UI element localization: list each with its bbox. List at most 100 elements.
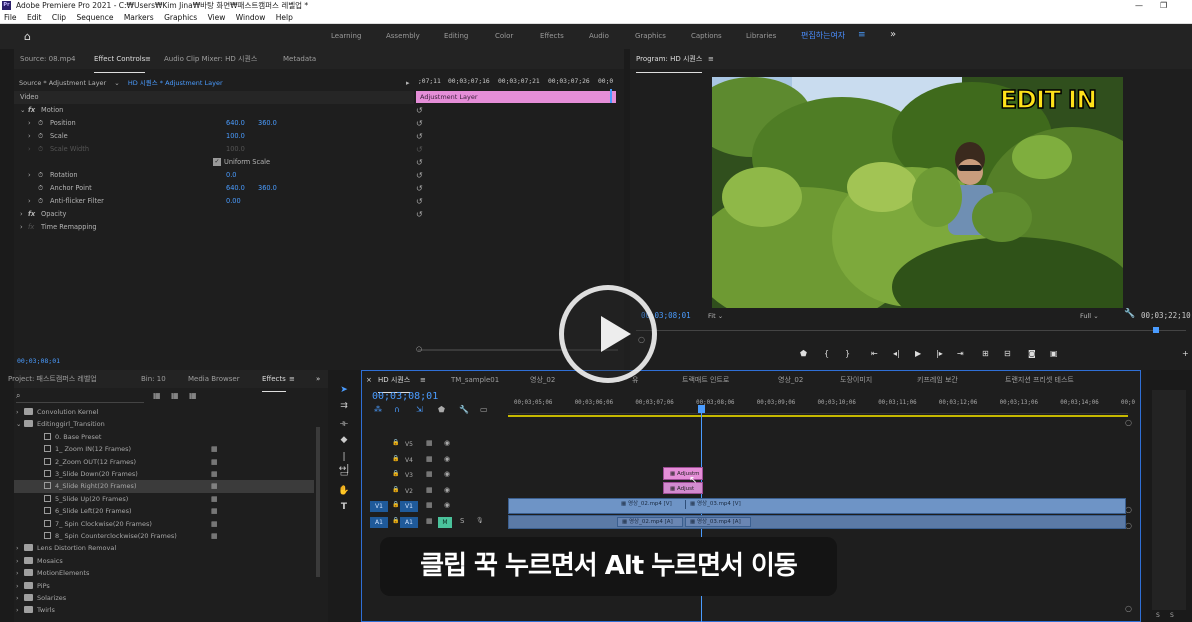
close-icon[interactable]: × bbox=[366, 371, 372, 389]
eye-icon[interactable]: ◉ bbox=[444, 501, 450, 509]
workspace-more-button[interactable]: » bbox=[890, 29, 896, 40]
reset-icon[interactable]: ↺ bbox=[416, 117, 423, 130]
reset-icon[interactable]: ↺ bbox=[416, 195, 423, 208]
tab-sequence[interactable]: 트랜지션 프리셋 테스트 bbox=[1005, 371, 1074, 389]
solo-button[interactable]: S bbox=[460, 517, 464, 525]
workspace-libraries[interactable]: Libraries bbox=[746, 32, 776, 40]
ec-motion-row[interactable]: ⌄ fx Motion ↺ bbox=[14, 104, 423, 117]
caption-icon[interactable]: ▭ bbox=[480, 405, 488, 414]
effects-list-item[interactable]: › Twirls bbox=[14, 604, 314, 616]
selection-tool-icon[interactable]: ➤ bbox=[338, 384, 350, 396]
home-icon[interactable]: ⌂ bbox=[24, 30, 31, 43]
ec-source[interactable]: Source * Adjustment Layer bbox=[19, 79, 106, 87]
eye-icon[interactable]: ◉ bbox=[444, 439, 450, 447]
minimize-icon[interactable]: — bbox=[1135, 0, 1143, 11]
workspace-learning[interactable]: Learning bbox=[331, 32, 361, 40]
tab-project[interactable]: Project: 패스트캠퍼스 레벨업 bbox=[8, 370, 97, 388]
panel-more-icon[interactable]: » bbox=[316, 370, 320, 388]
program-playhead[interactable] bbox=[1153, 327, 1159, 333]
expand-arrow-icon[interactable]: › bbox=[16, 567, 19, 579]
workspace-graphics[interactable]: Graphics bbox=[635, 32, 666, 40]
source-patch[interactable]: A1 bbox=[370, 517, 388, 528]
lock-icon[interactable]: 🔒 bbox=[392, 470, 399, 477]
program-menu-icon[interactable]: ≡ bbox=[708, 49, 714, 69]
eye-icon[interactable]: ◉ bbox=[444, 470, 450, 478]
scroll-handle-icon[interactable]: ○ bbox=[1125, 505, 1132, 514]
ec-playhead[interactable] bbox=[610, 89, 612, 103]
menu-graphics[interactable]: Graphics bbox=[164, 13, 197, 22]
expand-arrow-icon[interactable]: › bbox=[16, 542, 19, 554]
lock-icon[interactable]: 🔒 bbox=[392, 501, 399, 508]
reset-icon[interactable]: ↺ bbox=[416, 104, 423, 117]
extract-icon[interactable]: ⊟ bbox=[1004, 349, 1011, 358]
track-target[interactable]: V2 bbox=[400, 486, 418, 497]
effects-scrollbar[interactable] bbox=[316, 427, 320, 577]
sync-lock-icon[interactable]: ▦ bbox=[426, 486, 433, 494]
tab-menu-icon[interactable]: ≡ bbox=[420, 371, 426, 389]
step-back-icon[interactable]: ◂| bbox=[893, 349, 900, 358]
workspace-effects[interactable]: Effects bbox=[540, 32, 564, 40]
sync-lock-icon[interactable]: ▦ bbox=[426, 455, 433, 463]
effects-list-item[interactable]: › MotionElements bbox=[14, 567, 314, 579]
stopwatch-icon[interactable]: ⏱ bbox=[38, 169, 43, 182]
fit-dropdown[interactable]: Fit ⌄ bbox=[708, 312, 723, 320]
reset-icon[interactable]: ↺ bbox=[416, 208, 423, 221]
eye-icon[interactable]: ◉ bbox=[444, 455, 450, 463]
track-target[interactable]: A1 bbox=[400, 517, 418, 528]
add-marker-icon[interactable]: ⬟ bbox=[438, 405, 445, 414]
meter-solo-2[interactable]: S bbox=[1170, 612, 1174, 619]
effects-list-item[interactable]: 8_ Spin Counterclockwise(20 Frames) ▦ bbox=[14, 530, 314, 542]
v1-clip[interactable]: ▦ 영상_03.mp4 [V] bbox=[685, 500, 805, 509]
workspace-active[interactable]: 편집하는여자 bbox=[801, 30, 845, 41]
menu-clip[interactable]: Clip bbox=[52, 13, 66, 22]
effects-list-item[interactable]: 6_Slide Left(20 Frames) ▦ bbox=[14, 505, 314, 517]
ec-anchor-y[interactable]: 360.0 bbox=[258, 182, 277, 195]
ec-time-remap-row[interactable]: › fx Time Remapping bbox=[14, 221, 414, 234]
expand-arrow-icon[interactable]: › bbox=[16, 580, 19, 592]
effects-list-item[interactable]: 1_ Zoom IN(12 Frames) ▦ bbox=[14, 443, 314, 455]
expand-arrow-icon[interactable]: › bbox=[16, 406, 19, 418]
tab-sequence-hd[interactable]: HD 시퀀스 bbox=[378, 371, 411, 393]
mark-out-icon[interactable]: } bbox=[845, 349, 850, 358]
reset-icon[interactable]: ↺ bbox=[416, 169, 423, 182]
reset-icon[interactable]: ↺ bbox=[416, 182, 423, 195]
scroll-handle-icon[interactable]: ○ bbox=[1125, 604, 1132, 613]
menu-window[interactable]: Window bbox=[236, 13, 266, 22]
slip-tool-icon[interactable]: |↔| bbox=[338, 451, 350, 474]
pen-tool-icon[interactable]: ▭ bbox=[338, 468, 350, 480]
sync-lock-icon[interactable]: ▦ bbox=[426, 439, 433, 447]
mute-button[interactable]: M bbox=[438, 517, 452, 528]
uniform-scale-checkbox[interactable]: ✓ bbox=[213, 158, 221, 166]
work-area-bar[interactable] bbox=[508, 415, 1128, 417]
linked-selection-icon[interactable]: ⇲ bbox=[416, 405, 423, 414]
go-to-in-icon[interactable]: ⇤ bbox=[871, 349, 878, 358]
microphone-icon[interactable]: 🎙 bbox=[476, 517, 484, 524]
add-button-icon[interactable]: + bbox=[1182, 349, 1189, 358]
accelerated-filter-icon[interactable]: ▦ bbox=[153, 391, 161, 400]
play-icon[interactable]: ▶ bbox=[915, 349, 921, 358]
track-select-icon[interactable]: ⇉ bbox=[338, 400, 350, 412]
tab-sequence[interactable]: TM_sample01 bbox=[451, 371, 499, 389]
type-tool-icon[interactable]: T bbox=[338, 501, 350, 513]
sync-lock-icon[interactable]: ▦ bbox=[426, 470, 433, 478]
hand-tool-icon[interactable]: ✋ bbox=[338, 485, 350, 497]
video-play-button[interactable] bbox=[559, 285, 657, 383]
tab-sequence[interactable]: 트랙매트 인트로 bbox=[682, 371, 729, 389]
track-target[interactable]: V4 bbox=[400, 455, 418, 466]
effects-list-item[interactable]: › Lens Distortion Removal bbox=[14, 542, 314, 554]
sync-lock-icon[interactable]: ▦ bbox=[426, 517, 433, 525]
tab-sequence[interactable]: 도장이미지 bbox=[840, 371, 872, 389]
reset-icon[interactable]: ↺ bbox=[416, 130, 423, 143]
nest-icon[interactable]: ⁂ bbox=[374, 405, 382, 414]
lock-icon[interactable]: 🔒 bbox=[392, 439, 399, 446]
snap-icon[interactable]: ∩ bbox=[394, 405, 400, 414]
stopwatch-icon[interactable]: ⏱ bbox=[38, 182, 43, 195]
tab-effects[interactable]: Effects bbox=[262, 370, 286, 392]
lift-icon[interactable]: ⊞ bbox=[982, 349, 989, 358]
scroll-handle-icon[interactable]: ○ bbox=[1125, 418, 1132, 427]
timeline-playhead-handle[interactable] bbox=[698, 405, 705, 413]
workspace-menu-icon[interactable]: ≡ bbox=[858, 30, 866, 40]
tab-source[interactable]: Source: 08.mp4 bbox=[20, 49, 75, 69]
track-target[interactable]: V1 bbox=[400, 501, 418, 512]
ec-position-x[interactable]: 640.0 bbox=[226, 117, 245, 130]
